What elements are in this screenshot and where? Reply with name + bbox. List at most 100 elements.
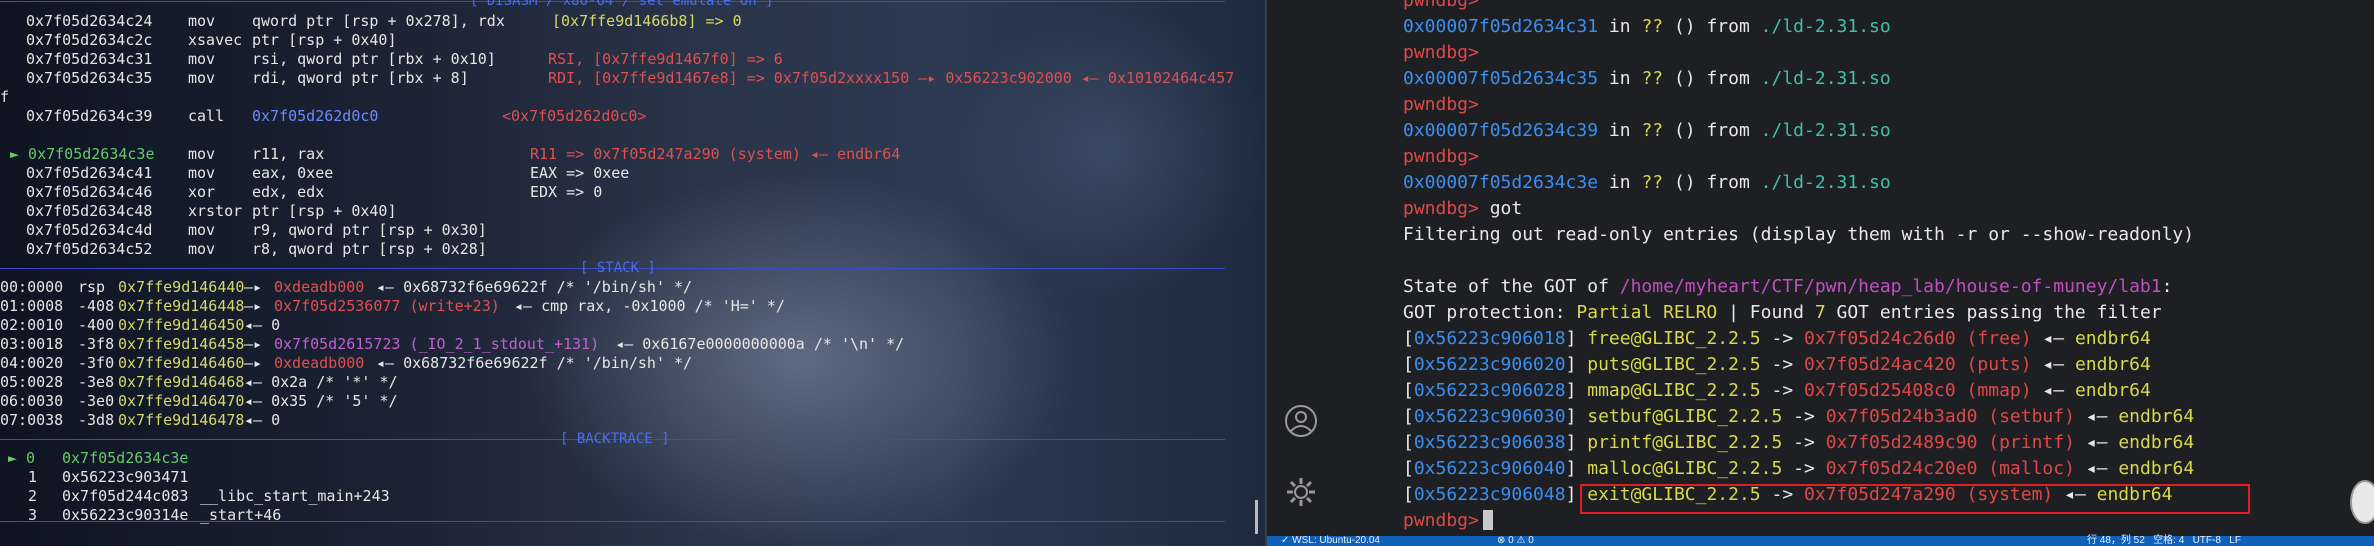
cursor-position[interactable]: 行 48，列 52 空格: 4 UTF-8 LF	[2087, 536, 2241, 546]
disasm-annotation: EDX => 0	[530, 183, 603, 201]
filter-message: Filtering out read-only entries (display…	[1403, 224, 2195, 245]
disasm-annotation: RSI, [0x7ffe9d1467f0] => 6	[548, 50, 783, 68]
stack-index: 00:0000	[0, 278, 64, 296]
arrow: ->	[1782, 432, 1826, 453]
stack-target: 0x7f05d2615723 (_IO_2_1_stdout_+131)	[274, 335, 600, 353]
stack-target: 0x7f05d2536077 (write+23)	[274, 297, 500, 315]
pwndbg-context-pane: [ DISASM / x86-64 / set emulate on ] 0x7f…	[0, 0, 1265, 546]
stack-offset: -3e8	[78, 373, 115, 391]
prompt: pwndbg>	[1403, 94, 1479, 115]
gear-icon[interactable]	[1284, 475, 1318, 509]
disasm-mnemonic: mov	[188, 240, 216, 258]
pointer-arrow: —▸	[244, 354, 263, 372]
stack-offset: rsp	[78, 278, 106, 296]
arrow: ->	[1760, 380, 1804, 401]
instruction-value: endbr64	[2074, 380, 2151, 401]
stack-address: 0x7ffe9d146440	[118, 278, 245, 296]
function-name: ??	[1641, 172, 1664, 193]
section-header: [ BACKTRACE ]	[560, 431, 670, 447]
library-path: ./ld-2.31.so	[1760, 172, 1891, 193]
resolved-name: (free)	[1955, 328, 2032, 349]
library-path: ./ld-2.31.so	[1760, 120, 1891, 141]
history-line: 0x00007f05d2634c31 in ?? () from ./ld-2.…	[1403, 14, 1891, 40]
stack-value: ◂— cmp rax, -0x1000 /* 'H=' */	[514, 297, 785, 315]
protection-value: Partial RELRO	[1576, 302, 1718, 323]
stack-value: ◂— 0x6167e0000000000a /* '\n' */	[615, 335, 905, 353]
value-arrow: ◂—	[2031, 380, 2075, 401]
remote-indicator[interactable]: ✓ WSL: Ubuntu-20.04	[1281, 536, 1380, 546]
stack-address: 0x7ffe9d146470	[118, 392, 245, 410]
disasm-operands: r9, qword ptr [rsp + 0x30]	[252, 221, 487, 239]
got-entry: [0x56223c906030] setbuf@GLIBC_2.2.5 -> 0…	[1403, 404, 2194, 430]
from-text: () from	[1663, 172, 1761, 193]
disasm-address: 0x7f05d2634c52	[26, 240, 153, 258]
disasm-address: 0x7f05d2634c31	[26, 50, 153, 68]
got-slot-address: 0x56223c906048	[1413, 484, 1566, 505]
got-symbol: mmap@GLIBC_2.2.5	[1587, 380, 1761, 401]
disasm-operands: rdi, qword ptr [rbx + 8]	[252, 69, 469, 87]
from-text: () from	[1663, 68, 1761, 89]
history-line: 0x00007f05d2634c3e in ?? () from ./ld-2.…	[1403, 170, 1891, 196]
disasm-address: 0x7f05d2634c48	[26, 202, 153, 220]
state-suffix: :	[2161, 276, 2173, 297]
command-text: got	[1478, 198, 1523, 219]
stack-address: 0x7ffe9d146468	[118, 373, 245, 391]
library-path: ./ld-2.31.so	[1760, 68, 1891, 89]
disasm-operands: edx, edx	[252, 183, 325, 201]
protection-prefix: GOT protection:	[1403, 302, 1577, 323]
bracket-open: [	[1403, 380, 1414, 401]
function-name: ??	[1641, 68, 1664, 89]
value-arrow: ◂—	[2031, 354, 2075, 375]
bracket-open: [	[1403, 406, 1414, 427]
in-text: in	[1598, 16, 1642, 37]
got-entry: [0x56223c906040] malloc@GLIBC_2.2.5 -> 0…	[1403, 456, 2194, 482]
arrow: ->	[1782, 406, 1826, 427]
disasm-address: 0x7f05d2634c4d	[26, 221, 153, 239]
prompt-line: pwndbg>	[1403, 144, 1479, 170]
function-name: ??	[1641, 120, 1664, 141]
disasm-mnemonic: mov	[188, 69, 216, 87]
problems-indicator[interactable]: ⊗ 0 ⚠ 0	[1497, 536, 1534, 546]
disasm-operands: rsi, qword ptr [rbx + 0x10]	[252, 50, 496, 68]
frame-number: 2	[28, 487, 38, 505]
disasm-mnemonic: xsavec	[188, 31, 243, 49]
resolved-name: (puts)	[1955, 354, 2032, 375]
bracket-open: [	[1403, 484, 1414, 505]
history-line: 0x00007f05d2634c39 in ?? () from ./ld-2.…	[1403, 118, 1891, 144]
resolved-name: (setbuf)	[1977, 406, 2075, 427]
disasm-address: 0x7f05d2634c46	[26, 183, 153, 201]
stack-address: 0x7ffe9d146458	[118, 335, 245, 353]
bracket-open: [	[1403, 432, 1414, 453]
terminal-output[interactable]: pwndbg> 0x00007f05d2634c31 in ?? () from …	[1403, 0, 2363, 540]
floating-widget[interactable]	[2350, 480, 2374, 524]
disasm-address: f	[0, 88, 10, 106]
disasm-annotation: RDI, [0x7ffe9d1467e8] => 0x7f05d2xxxx150…	[548, 69, 1235, 87]
frame-symbol: _start+46	[200, 506, 282, 524]
stack-index: 07:0038	[0, 411, 64, 429]
scrollbar[interactable]	[1255, 500, 1258, 534]
got-slot-address: 0x56223c906030	[1413, 406, 1566, 427]
stack-address: 0x7ffe9d146478	[118, 411, 245, 429]
bracket-open: [	[1403, 458, 1414, 479]
disasm-address: 0x7f05d2634c41	[26, 164, 153, 182]
in-text: in	[1598, 68, 1642, 89]
disasm-annotation: R11 => 0x7f05d247a290 (system) ◂— endbr6…	[530, 145, 901, 163]
exit-got-highlight	[1580, 484, 2250, 514]
in-text: in	[1598, 120, 1642, 141]
value-arrow: ◂—	[2074, 432, 2119, 453]
disasm-mnemonic: mov	[188, 12, 216, 30]
frame-number: 3	[28, 506, 38, 524]
stack-offset: -408	[78, 297, 115, 315]
stack-value: ◂— 0x35 /* '5' */	[244, 392, 398, 410]
disasm-annotation: <0x7f05d262d0c0>	[502, 107, 647, 125]
resolved-name: (mmap)	[1955, 380, 2032, 401]
got-entry: [0x56223c906038] printf@GLIBC_2.2.5 -> 0…	[1403, 430, 2194, 456]
disasm-mnemonic: call	[188, 107, 225, 125]
stack-index: 03:0018	[0, 335, 64, 353]
frame-number: 1	[28, 468, 38, 486]
got-state-line: State of the GOT of /home/myheart/CTF/pw…	[1403, 274, 2172, 300]
state-prefix: State of the GOT of	[1403, 276, 1620, 297]
stack-index: 02:0010	[0, 316, 64, 334]
stack-index: 06:0030	[0, 392, 64, 410]
account-icon[interactable]	[1284, 404, 1318, 438]
